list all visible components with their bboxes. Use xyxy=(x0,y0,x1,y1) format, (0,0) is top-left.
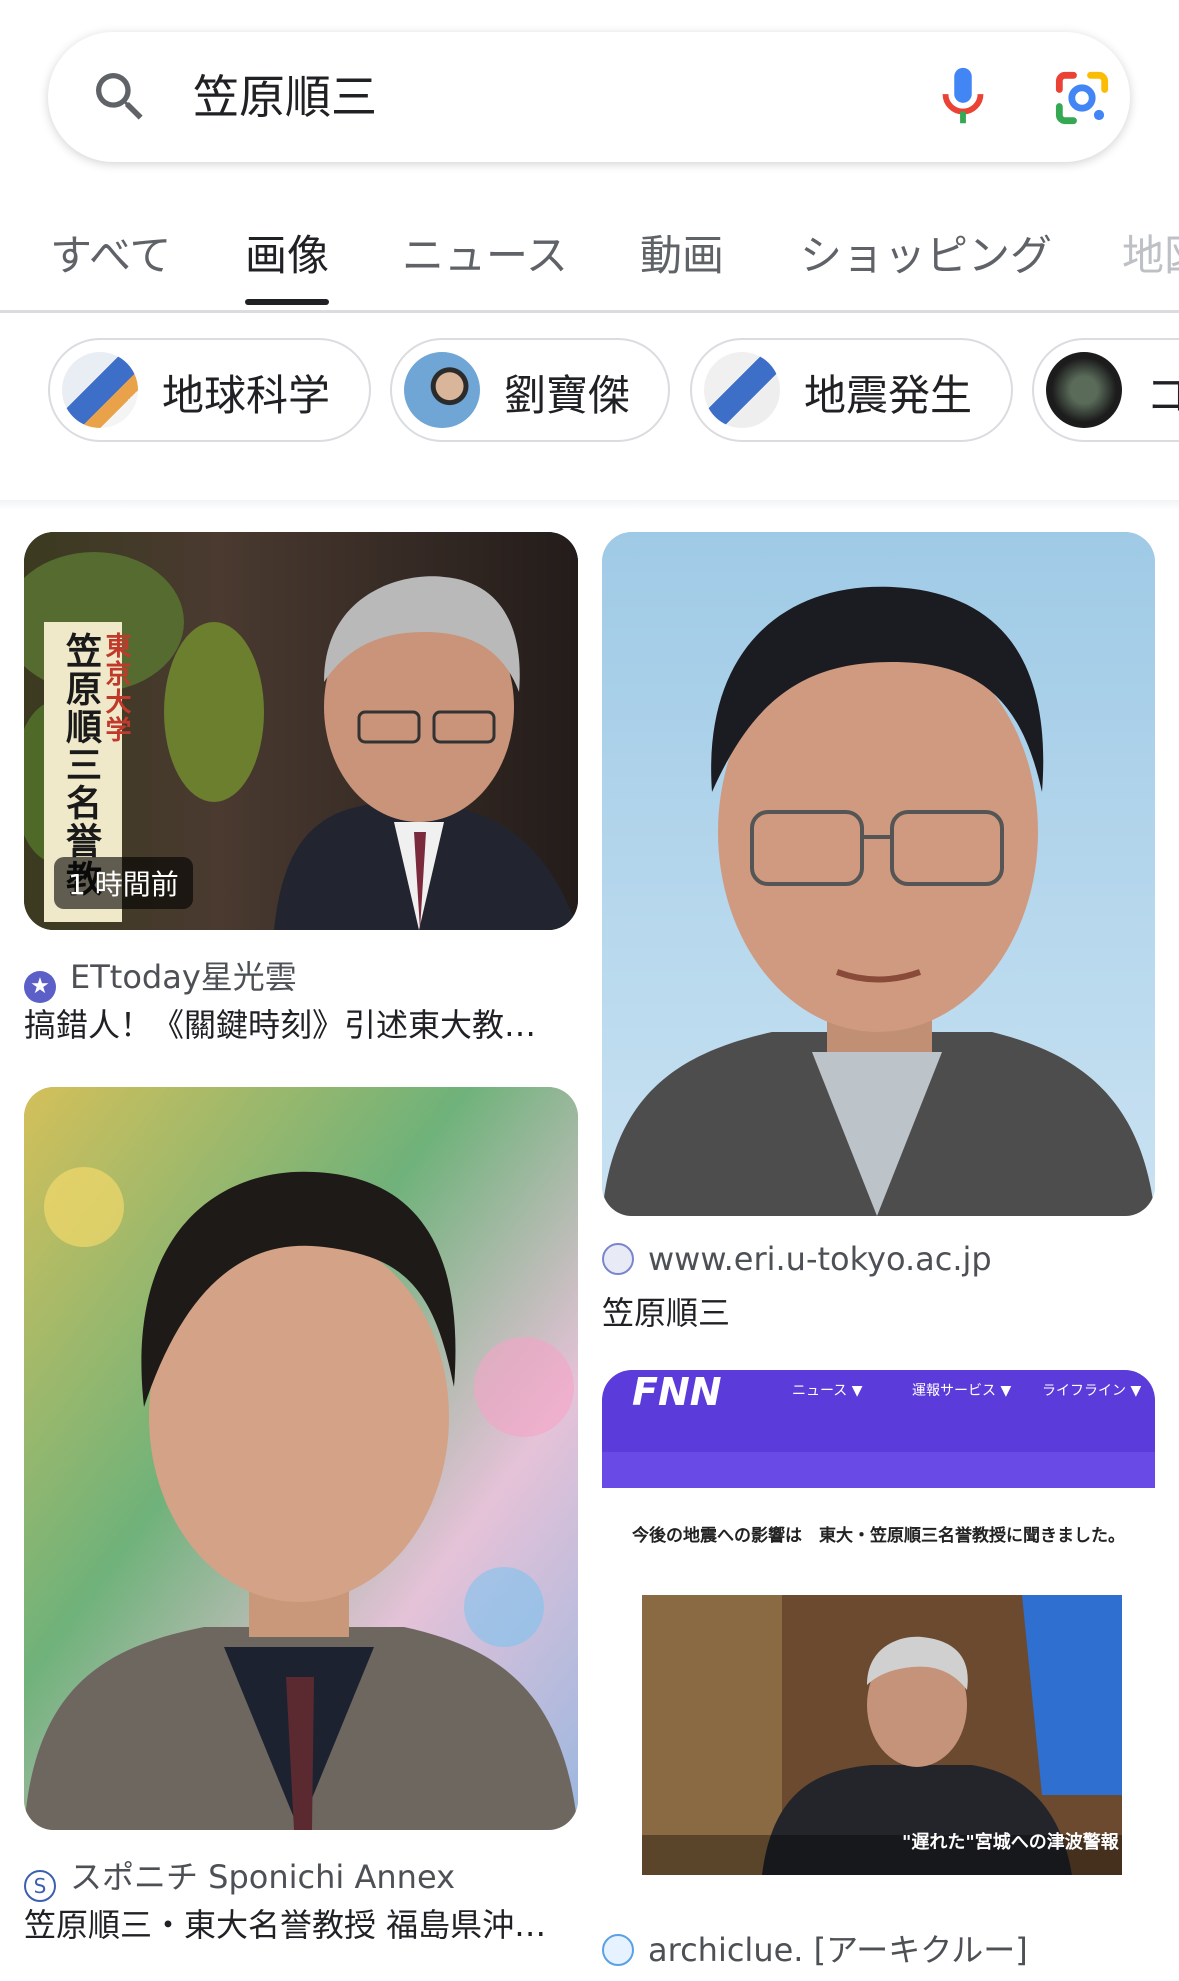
star-icon: ★ xyxy=(24,971,56,1003)
result-image-content xyxy=(24,1087,578,1830)
chip-thumbnail xyxy=(404,352,480,428)
tab-videos[interactable]: 動画 xyxy=(640,222,724,283)
chip-liu-baojie[interactable]: 劉寶傑 xyxy=(390,338,670,442)
microphone-icon[interactable] xyxy=(928,62,998,132)
chip-thumbnail xyxy=(1046,352,1122,428)
result-image[interactable]: FNN ニュース ▼ 運報サービス ▼ ライフライン ▼ 今後の地震への影響は … xyxy=(602,1370,1155,1908)
fnn-header: FNN ニュース ▼ 運報サービス ▼ ライフライン ▼ xyxy=(602,1370,1155,1488)
globe-icon xyxy=(602,1243,634,1275)
fnn-headline: 今後の地震への影響は 東大・笠原順三名誉教授に聞きました。 xyxy=(632,1526,1125,1546)
tab-news[interactable]: ニュース xyxy=(402,222,568,283)
search-tabs: すべて 画像 ニュース 動画 ショッピング 地図 xyxy=(0,200,1179,313)
chip-more[interactable]: コ xyxy=(1032,338,1179,442)
fnn-subnav xyxy=(602,1452,1155,1488)
chip-earth-science[interactable]: 地球科学 xyxy=(48,338,371,442)
chip-label: コ xyxy=(1146,371,1179,420)
result-caption[interactable]: 搞錯人！《關鍵時刻》引述東大教… xyxy=(24,1000,578,1046)
chip-label: 劉寶傑 xyxy=(504,371,631,420)
archiclue-icon xyxy=(602,1934,634,1966)
sponichi-icon: S xyxy=(24,1870,56,1902)
search-input[interactable]: 笠原順三 xyxy=(193,62,377,132)
tab-maps[interactable]: 地図 xyxy=(1122,222,1179,283)
section-divider xyxy=(0,500,1179,510)
related-chips: 地球科学 劉寶傑 地震発生 コ xyxy=(0,338,1179,448)
chip-label: 地震発生 xyxy=(804,371,973,420)
tab-all[interactable]: すべて xyxy=(50,222,171,283)
google-lens-icon[interactable] xyxy=(1048,64,1116,132)
fnn-nav-item: ライフライン ▼ xyxy=(1042,1383,1142,1399)
fnn-ticker: "遅れた"宮城への津波警報 xyxy=(902,1832,1119,1853)
chip-label: 地球科学 xyxy=(162,371,331,420)
source-label: archiclue. [アーキクルー] xyxy=(648,1931,1028,1969)
result-image[interactable]: 笠原順三名誉教 東京大学 1 時間前 xyxy=(24,532,578,930)
result-source[interactable]: S スポニチ Sponichi Annex xyxy=(24,1852,455,1902)
result-image[interactable] xyxy=(24,1087,578,1830)
result-image[interactable] xyxy=(602,532,1155,1216)
search-bar[interactable]: 笠原順三 xyxy=(48,32,1130,162)
overlay-caption-org: 東京大学 xyxy=(101,632,131,744)
source-label: スポニチ Sponichi Annex xyxy=(70,1858,456,1896)
source-label: ETtoday星光雲 xyxy=(70,958,297,996)
fnn-nav-item: ニュース ▼ xyxy=(792,1383,863,1399)
chip-thumbnail xyxy=(62,352,138,428)
source-label: www.eri.u-tokyo.ac.jp xyxy=(648,1240,992,1278)
result-image-content xyxy=(602,532,1155,1216)
tab-images[interactable]: 画像 xyxy=(245,222,330,305)
chip-thumbnail xyxy=(704,352,780,428)
result-source[interactable]: www.eri.u-tokyo.ac.jp xyxy=(602,1240,992,1278)
chip-earthquake[interactable]: 地震発生 xyxy=(690,338,1013,442)
result-source[interactable]: ★ ETtoday星光雲 xyxy=(24,952,297,1003)
result-caption[interactable]: 笠原順三・東大名誉教授 福島県沖… xyxy=(24,1900,578,1946)
result-source[interactable]: archiclue. [アーキクルー] xyxy=(602,1925,1028,1971)
result-caption[interactable]: 笠原順三 xyxy=(602,1288,1155,1334)
fnn-nav-item: 運報サービス ▼ xyxy=(912,1383,1012,1399)
tab-shopping[interactable]: ショッピング xyxy=(800,222,1052,283)
search-icon xyxy=(96,73,143,120)
time-badge: 1 時間前 xyxy=(54,857,193,909)
fnn-logo: FNN xyxy=(632,1370,722,1414)
